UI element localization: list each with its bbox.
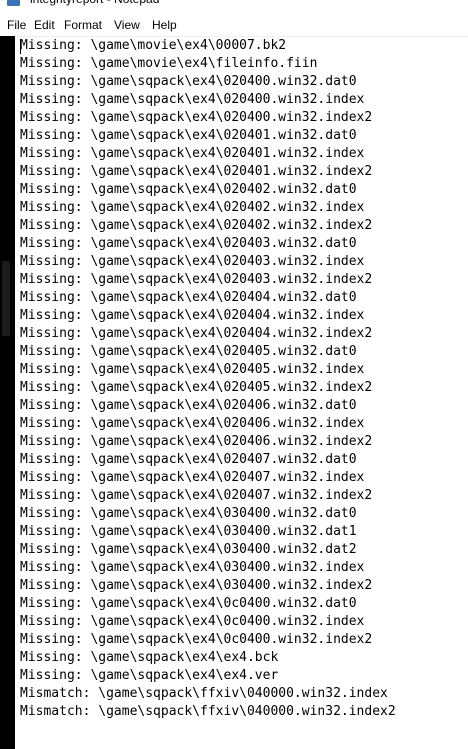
text-line: Missing: \game\sqpack\ex4\030400.win32.d… (20, 506, 357, 521)
text-line: Missing: \game\sqpack\ex4\0c0400.win32.d… (20, 596, 357, 611)
text-line: Missing: \game\sqpack\ex4\020402.win32.i… (20, 218, 373, 233)
text-line: Missing: \game\movie\ex4\00007.bk2 (20, 38, 287, 53)
text-editor[interactable]: Missing: \game\movie\ex4\00007.bk2 Missin… (16, 37, 468, 749)
text-line: Missing: \game\sqpack\ex4\020404.win32.i… (20, 308, 365, 323)
text-line: Missing: \game\sqpack\ex4\020400.win32.i… (20, 92, 365, 107)
window-title: integrityreport - Notepad (30, 0, 159, 8)
text-line: Missing: \game\sqpack\ex4\020403.win32.i… (20, 272, 373, 287)
menu-format[interactable]: Format (64, 18, 102, 33)
text-line: Missing: \game\movie\ex4\fileinfo.fiin (20, 56, 318, 71)
text-line: Missing: \game\sqpack\ex4\020405.win32.d… (20, 344, 357, 359)
title-bar[interactable]: integrityreport - Notepad (0, 0, 468, 8)
text-line: Missing: \game\sqpack\ex4\020406.win32.i… (20, 416, 365, 431)
text-line: Missing: \game\sqpack\ex4\0c0400.win32.i… (20, 632, 373, 647)
text-line: Missing: \game\sqpack\ex4\020401.win32.i… (20, 164, 373, 179)
text-line: Missing: \game\sqpack\ex4\020403.win32.d… (20, 236, 357, 251)
menu-help[interactable]: Help (152, 18, 177, 33)
text-line: Missing: \game\sqpack\ex4\020402.win32.d… (20, 182, 357, 197)
text-line: Missing: \game\sqpack\ex4\020406.win32.i… (20, 434, 373, 449)
text-line: Missing: \game\sqpack\ex4\020405.win32.i… (20, 362, 365, 377)
text-line: Missing: \game\sqpack\ex4\020402.win32.i… (20, 200, 365, 215)
text-line: Mismatch: \game\sqpack\ffxiv\040000.win3… (20, 704, 396, 719)
text-line: Mismatch: \game\sqpack\ffxiv\040000.win3… (20, 686, 388, 701)
text-line: Missing: \game\sqpack\ex4\020405.win32.i… (20, 380, 373, 395)
text-line: Missing: \game\sqpack\ex4\ex4.bck (20, 650, 279, 665)
text-line: Missing: \game\sqpack\ex4\0c0400.win32.i… (20, 614, 365, 629)
background-strip-bar (2, 261, 10, 336)
notepad-window: integrityreport - Notepad File Edit Form… (0, 0, 468, 749)
text-line: Missing: \game\sqpack\ex4\ex4.ver (20, 668, 279, 683)
text-line: Missing: \game\sqpack\ex4\030400.win32.i… (20, 560, 365, 575)
text-line: Missing: \game\sqpack\ex4\020407.win32.i… (20, 488, 373, 503)
notepad-app-icon (7, 0, 20, 6)
menu-edit[interactable]: Edit (34, 18, 55, 33)
text-line: Missing: \game\sqpack\ex4\020401.win32.d… (20, 128, 357, 143)
background-window-strip (0, 36, 15, 749)
text-line: Missing: \game\sqpack\ex4\020404.win32.i… (20, 326, 373, 341)
menu-view[interactable]: View (114, 18, 140, 33)
text-lines: Missing: \game\movie\ex4\00007.bk2 Missin… (20, 37, 396, 721)
text-line: Missing: \game\sqpack\ex4\030400.win32.i… (20, 578, 373, 593)
text-line: Missing: \game\sqpack\ex4\020407.win32.i… (20, 470, 365, 485)
text-line: Missing: \game\sqpack\ex4\020403.win32.i… (20, 254, 365, 269)
text-line: Missing: \game\sqpack\ex4\020407.win32.d… (20, 452, 357, 467)
text-line: Missing: \game\sqpack\ex4\020406.win32.d… (20, 398, 357, 413)
menu-bar: File Edit Format View Help (0, 15, 468, 35)
text-line: Missing: \game\sqpack\ex4\030400.win32.d… (20, 524, 357, 539)
menu-file[interactable]: File (7, 18, 26, 33)
text-line: Missing: \game\sqpack\ex4\020404.win32.d… (20, 290, 357, 305)
text-line: Missing: \game\sqpack\ex4\020400.win32.i… (20, 110, 373, 125)
text-line: Missing: \game\sqpack\ex4\030400.win32.d… (20, 542, 357, 557)
text-line: Missing: \game\sqpack\ex4\020401.win32.i… (20, 146, 365, 161)
text-line: Missing: \game\sqpack\ex4\020400.win32.d… (20, 74, 357, 89)
